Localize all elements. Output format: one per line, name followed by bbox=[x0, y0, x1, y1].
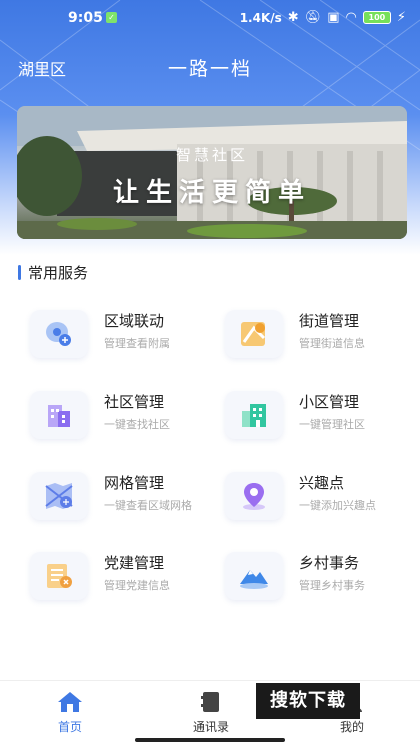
tab-home[interactable]: 首页 bbox=[25, 691, 115, 735]
service-desc: 一键查看区域网格 bbox=[104, 499, 192, 512]
status-time: 9:05 bbox=[68, 10, 103, 26]
service-desc: 管理查看附属 bbox=[104, 337, 170, 350]
service-desc: 一键管理社区 bbox=[299, 418, 365, 431]
location-pin-icon bbox=[225, 472, 283, 520]
banner-subtitle: 智慧社区 bbox=[175, 146, 248, 164]
service-desc: 一键查找社区 bbox=[104, 418, 170, 431]
service-name: 小区管理 bbox=[299, 393, 360, 411]
service-name: 网格管理 bbox=[104, 474, 165, 492]
network-speed: 1.4K/s bbox=[239, 10, 282, 25]
service-desc: 一键添加兴趣点 bbox=[299, 499, 376, 512]
section-title: 常用服务 bbox=[18, 262, 88, 283]
service-points-of-interest[interactable]: 兴趣点 一键添加兴趣点 bbox=[215, 472, 410, 534]
banner[interactable]: 智慧社区 让生活更简单 bbox=[17, 106, 407, 239]
tab-label: 我的 bbox=[339, 720, 364, 734]
status-bar: 9:05 ✓ 1.4K/s ✱ 🔕︎ ▣ ◠ 100 ⚡︎ bbox=[0, 0, 420, 36]
building-icon bbox=[30, 391, 88, 439]
service-street-management[interactable]: 街道管理 管理街道信息 bbox=[215, 310, 410, 372]
mute-icon: 🔕︎ bbox=[304, 10, 322, 25]
service-desc: 管理党建信息 bbox=[104, 579, 170, 592]
service-village-affairs[interactable]: 乡村事务 管理乡村事务 bbox=[215, 552, 410, 614]
status-indicators: 1.4K/s ✱ 🔕︎ ▣ ◠ 100 ⚡︎ bbox=[240, 10, 406, 25]
home-indicator[interactable] bbox=[135, 738, 285, 742]
map-pin-chat-icon bbox=[30, 310, 88, 358]
banner-title: 让生活更简单 bbox=[112, 178, 311, 208]
tab-label: 通讯录 bbox=[192, 720, 229, 734]
charging-icon: ⚡︎ bbox=[396, 10, 406, 25]
tab-contacts[interactable]: 通讯录 bbox=[166, 691, 256, 735]
sim-icon: ▣ bbox=[327, 10, 340, 25]
service-residential-management[interactable]: 小区管理 一键管理社区 bbox=[215, 391, 410, 453]
service-community-management[interactable]: 社区管理 一键查找社区 bbox=[20, 391, 215, 453]
service-name: 社区管理 bbox=[104, 393, 165, 411]
grid-map-icon bbox=[30, 472, 88, 520]
battery-icon: 100 bbox=[362, 11, 391, 24]
page-title: 一路一档 bbox=[167, 58, 252, 80]
service-party-building[interactable]: 党建管理 管理党建信息 bbox=[20, 552, 215, 614]
service-name: 街道管理 bbox=[299, 312, 360, 330]
notification-icon: ✓ bbox=[106, 12, 117, 23]
tab-label: 首页 bbox=[57, 720, 82, 734]
party-doc-icon bbox=[30, 552, 88, 600]
bluetooth-icon: ✱ bbox=[287, 10, 299, 25]
mountain-icon bbox=[225, 552, 283, 600]
service-desc: 管理乡村事务 bbox=[299, 579, 365, 592]
service-name: 乡村事务 bbox=[299, 554, 360, 572]
service-name: 兴趣点 bbox=[299, 474, 345, 492]
residential-icon bbox=[225, 391, 283, 439]
wifi-icon: ◠ bbox=[345, 10, 357, 25]
service-regional-linkage[interactable]: 区域联动 管理查看附属 bbox=[20, 310, 215, 372]
contacts-icon bbox=[201, 692, 219, 712]
service-desc: 管理街道信息 bbox=[299, 337, 365, 350]
street-map-icon bbox=[225, 310, 283, 358]
service-grid-management[interactable]: 网格管理 一键查看区域网格 bbox=[20, 472, 215, 534]
watermark: 搜软下载 bbox=[256, 683, 360, 719]
service-name: 区域联动 bbox=[104, 312, 165, 330]
service-name: 党建管理 bbox=[104, 554, 165, 572]
home-icon bbox=[58, 692, 82, 712]
title-bar: 湖里区 一路一档 bbox=[0, 52, 420, 82]
